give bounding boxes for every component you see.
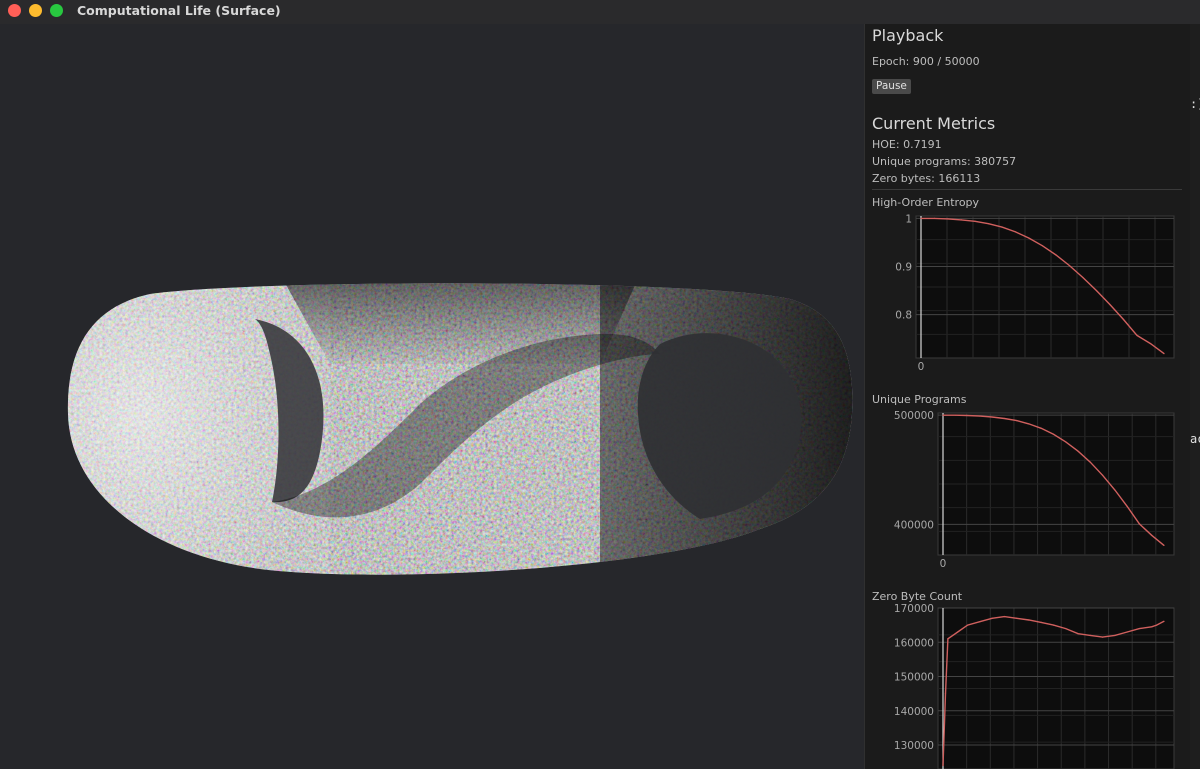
y-tick-label: 1 (905, 213, 912, 225)
data-point (1003, 615, 1005, 618)
data-point (991, 416, 993, 418)
data-point (1151, 626, 1153, 628)
data-point (1052, 624, 1055, 626)
zero-plot-title: Zero Byte Count (872, 590, 963, 603)
side-panel: Playback Epoch: 900 / 50000 Pause Curren… (864, 24, 1191, 769)
close-window-button[interactable] (8, 4, 21, 17)
data-point (947, 218, 949, 220)
data-point (979, 415, 981, 417)
data-point (1149, 342, 1152, 345)
data-point (1122, 318, 1125, 321)
y-tick-label: 400000 (894, 519, 934, 531)
data-point (1089, 461, 1091, 463)
data-point (960, 219, 963, 221)
unique-programs-plot[interactable]: 500000 400000 0 (865, 409, 1191, 571)
data-point (1163, 544, 1165, 547)
data-point (1114, 634, 1116, 637)
data-point (1089, 634, 1091, 637)
y-tick-label: 140000 (894, 706, 934, 718)
y-tick-label: 130000 (894, 740, 934, 752)
epoch-readout: Epoch: 900 / 50000 (872, 55, 980, 68)
data-point (1016, 617, 1018, 619)
y-tick-label: 500000 (894, 410, 934, 422)
data-point (1041, 245, 1044, 247)
y-tick-label: 0.8 (895, 310, 912, 322)
zoom-window-button[interactable] (50, 4, 63, 17)
data-point (1138, 523, 1141, 525)
hoe-plot[interactable]: 1 0.9 0.8 0 (865, 212, 1191, 374)
data-point (966, 414, 969, 417)
data-point (1065, 627, 1067, 630)
data-point (944, 693, 947, 695)
data-point (966, 624, 969, 626)
unique-plot-title: Unique Programs (872, 393, 967, 406)
data-point (1095, 290, 1098, 292)
title-bar: Computational Life (Surface) (0, 0, 1200, 25)
data-point (1016, 420, 1018, 422)
data-point (1077, 450, 1079, 452)
data-point (1040, 621, 1042, 623)
data-point (1109, 303, 1111, 306)
data-point (957, 631, 959, 633)
window-title: Computational Life (Surface) (77, 3, 281, 18)
y-tick-label: 160000 (894, 637, 934, 649)
x-tick-label: 0 (918, 361, 925, 373)
data-point (933, 217, 936, 220)
data-point (987, 223, 990, 225)
torus-surface (67, 283, 853, 575)
background-text-1: :] (1190, 97, 1200, 111)
pause-button[interactable]: Pause (872, 79, 911, 94)
data-point (1102, 636, 1104, 638)
data-point (1052, 433, 1055, 435)
playback-heading: Playback (872, 26, 944, 45)
data-point (1065, 441, 1067, 443)
data-point (954, 414, 956, 416)
x-tick-label: 0 (940, 558, 947, 570)
data-point (952, 634, 954, 637)
data-point (1102, 474, 1104, 476)
data-point (920, 217, 922, 220)
data-point (1163, 620, 1165, 622)
y-tick-label: 150000 (894, 672, 934, 684)
data-point (1156, 624, 1158, 626)
data-point (1028, 237, 1030, 239)
data-point (1028, 423, 1030, 425)
data-point (1003, 417, 1005, 420)
data-point (1114, 489, 1116, 491)
background-text-2: ac (1190, 432, 1200, 446)
data-point (979, 621, 981, 623)
data-point (947, 638, 949, 640)
data-point (1126, 505, 1128, 507)
background-window: :] ac (1190, 24, 1200, 769)
data-point (991, 617, 993, 619)
data-point (1151, 534, 1153, 536)
data-point (1055, 254, 1057, 256)
data-point (942, 414, 944, 416)
data-point (1014, 231, 1017, 233)
data-point (1001, 226, 1003, 228)
data-point (1028, 619, 1030, 621)
data-point (1138, 627, 1141, 630)
data-point (942, 764, 944, 767)
data-point (1077, 633, 1079, 635)
surface-viewport[interactable] (0, 24, 864, 769)
data-point (1136, 334, 1138, 336)
data-point (1082, 277, 1084, 279)
hoe-metric: HOE: 0.7191 (872, 138, 942, 151)
data-point (1068, 264, 1071, 267)
zero-bytes-metric: Zero bytes: 166113 (872, 172, 981, 185)
data-point (1126, 631, 1128, 633)
minimize-window-button[interactable] (29, 4, 42, 17)
zero-bytes-plot[interactable]: 170000 160000 150000 140000 130000 (865, 604, 1191, 769)
data-point (1040, 427, 1042, 429)
hoe-plot-title: High-Order Entropy (872, 196, 980, 209)
unique-programs-metric: Unique programs: 380757 (872, 155, 1017, 168)
y-tick-label: 0.9 (895, 262, 912, 274)
metrics-heading: Current Metrics (872, 114, 996, 133)
data-point (1163, 353, 1165, 355)
data-point (974, 220, 976, 222)
metrics-divider (872, 189, 1182, 190)
y-tick-label: 170000 (894, 604, 934, 615)
